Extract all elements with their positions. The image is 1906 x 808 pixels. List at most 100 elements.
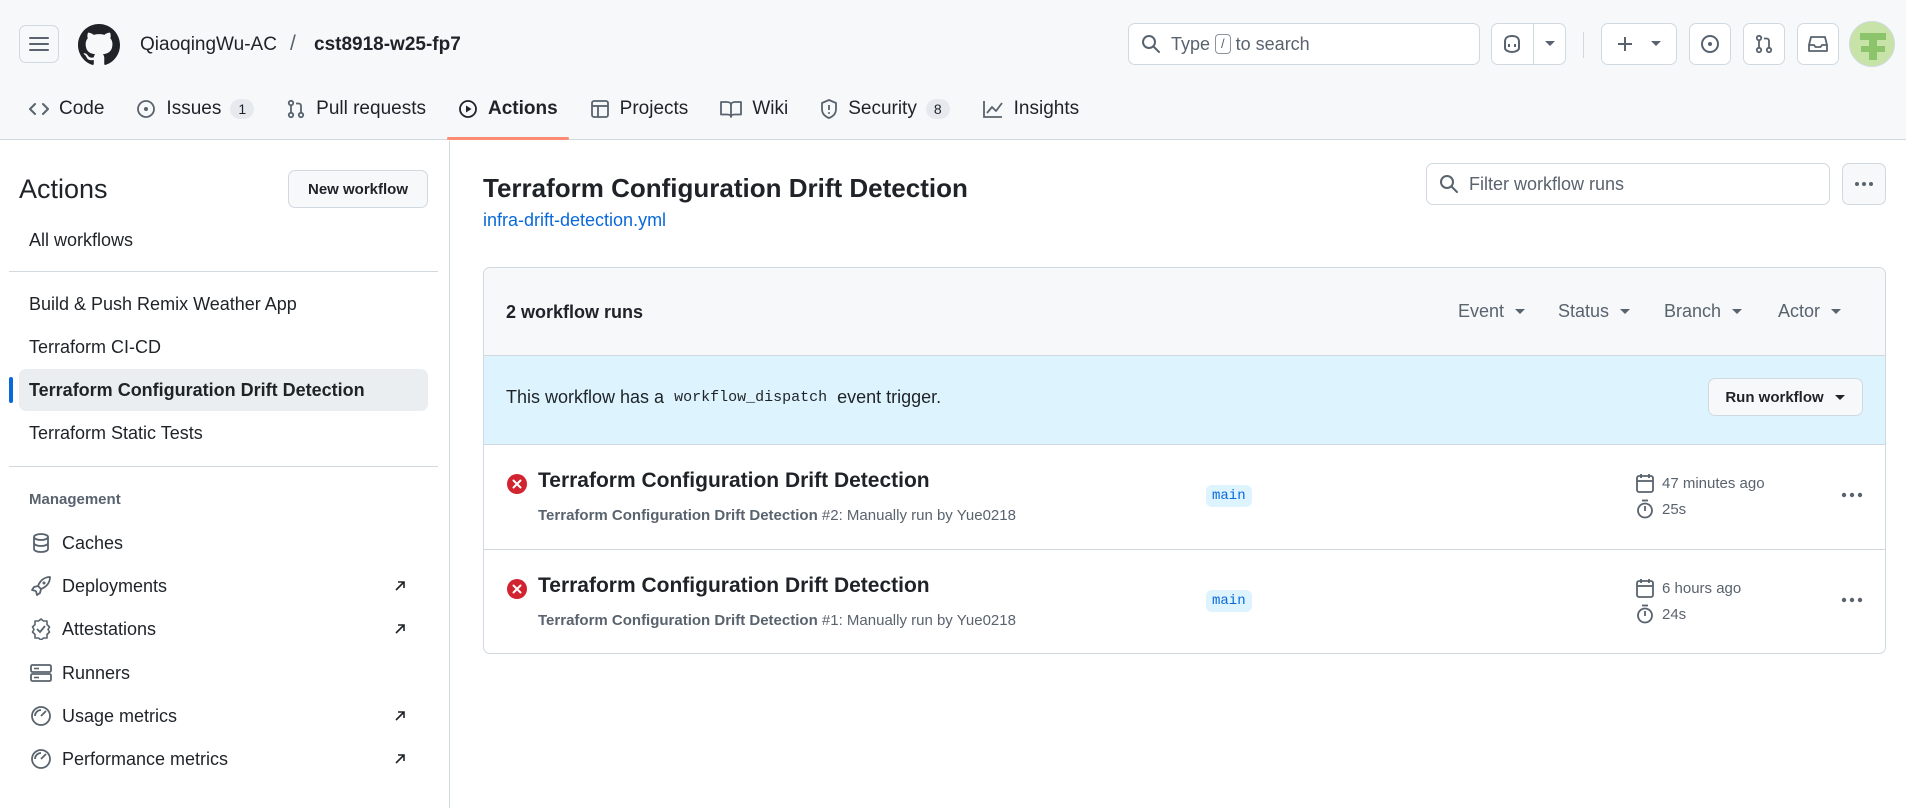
- meter-icon: [31, 706, 51, 726]
- triangle-down-icon: [1515, 309, 1526, 314]
- sidebar-divider: [9, 271, 438, 272]
- run-time: 6 hours ago: [1636, 578, 1741, 598]
- run-options-button[interactable]: [1837, 483, 1867, 507]
- book-icon: [720, 101, 743, 118]
- plus-icon: [1618, 37, 1632, 51]
- github-logo-icon[interactable]: [78, 24, 120, 66]
- run-workflow-button[interactable]: Run workflow: [1708, 378, 1863, 416]
- run-title-link[interactable]: Terraform Configuration Drift Detection: [538, 574, 930, 598]
- sidebar-item-caches[interactable]: Caches: [19, 522, 428, 564]
- tab-label: Security: [848, 98, 917, 119]
- run-time: 47 minutes ago: [1636, 473, 1765, 493]
- sidebar-workflow-item[interactable]: Build & Push Remix Weather App: [19, 283, 428, 325]
- tab-insights[interactable]: Insights: [971, 88, 1090, 130]
- management-heading: Management: [29, 491, 121, 508]
- tab-issues[interactable]: Issues 1: [125, 88, 265, 130]
- workflow-run-row[interactable]: Terraform Configuration Drift Detection …: [484, 550, 1885, 653]
- actions-sidebar: Actions New workflow All workflows Build…: [0, 141, 450, 808]
- tab-code[interactable]: Code: [18, 88, 115, 130]
- link-external-icon: [395, 754, 405, 764]
- triangle-down-icon: [1831, 309, 1842, 314]
- sidebar-title: Actions: [19, 174, 108, 204]
- run-workflow-name: Terraform Configuration Drift Detection: [538, 612, 818, 629]
- workflow-file-link[interactable]: infra-drift-detection.yml: [483, 210, 666, 231]
- sidebar-workflow-item[interactable]: Terraform Static Tests: [19, 412, 428, 454]
- run-duration: 24s: [1636, 604, 1686, 624]
- filter-event-dropdown[interactable]: Event: [1458, 301, 1526, 322]
- avatar-icon: [1850, 22, 1894, 66]
- server-icon: [30, 664, 52, 682]
- run-time-text: 6 hours ago: [1662, 579, 1742, 597]
- git-pull-request-icon: [1755, 34, 1773, 54]
- sidebar-item-all-workflows[interactable]: All workflows: [19, 219, 428, 261]
- tab-label: Actions: [487, 98, 558, 119]
- sidebar-item-runners[interactable]: Runners: [19, 652, 428, 694]
- dispatch-code: workflow_dispatch: [674, 389, 828, 406]
- new-workflow-button[interactable]: New workflow: [288, 170, 428, 208]
- security-count-badge: 8: [925, 99, 950, 119]
- tab-security[interactable]: Security 8: [809, 88, 960, 130]
- run-duration-text: 25s: [1662, 500, 1687, 518]
- repo-owner-link[interactable]: QiaoqingWu-AC: [140, 34, 277, 56]
- issue-opened-icon: [137, 100, 156, 118]
- copilot-button[interactable]: [1491, 23, 1566, 65]
- graph-icon: [982, 101, 1003, 118]
- copilot-divider: [1533, 24, 1534, 64]
- sidebar-workflow-item-active[interactable]: Terraform Configuration Drift Detection: [9, 369, 428, 411]
- your-pull-requests-button[interactable]: [1743, 23, 1785, 65]
- workflow-title: Terraform Configuration Drift Detection: [483, 173, 968, 203]
- run-options-button[interactable]: [1837, 588, 1867, 612]
- repo-name-link[interactable]: cst8918-w25-fp7: [314, 34, 461, 56]
- tab-label: Code: [59, 98, 105, 119]
- filter-label: Actor: [1778, 301, 1821, 321]
- notifications-button[interactable]: [1797, 23, 1839, 65]
- workflow-runs-box: 2 workflow runs Event Status Branch Acto…: [483, 267, 1886, 654]
- sidebar-item-performance-metrics[interactable]: Performance metrics: [19, 738, 428, 780]
- filter-workflow-runs-input[interactable]: Filter workflow runs: [1426, 163, 1830, 205]
- calendar-icon: [1636, 474, 1654, 493]
- link-external-icon: [395, 624, 405, 634]
- tab-actions[interactable]: Actions: [446, 88, 569, 140]
- chevron-down-icon[interactable]: [1544, 40, 1556, 48]
- play-icon: [459, 100, 477, 118]
- sidebar-item-usage-metrics[interactable]: Usage metrics: [19, 695, 428, 737]
- kebab-horizontal-icon: [1855, 182, 1873, 186]
- global-header: QiaoqingWu-AC / cst8918-w25-fp7 Type / to …: [0, 0, 1906, 140]
- triangle-down-icon: [1732, 309, 1743, 314]
- search-icon: [1142, 35, 1160, 53]
- filter-label: Status: [1558, 301, 1610, 321]
- global-search-input[interactable]: Type / to search: [1128, 23, 1480, 65]
- filter-branch-dropdown[interactable]: Branch: [1664, 301, 1743, 322]
- link-external-icon: [395, 581, 405, 591]
- table-icon: [590, 100, 609, 118]
- sidebar-workflow-item[interactable]: Terraform CI-CD: [19, 326, 428, 368]
- create-new-button[interactable]: [1601, 23, 1677, 65]
- branch-label[interactable]: main: [1206, 485, 1252, 507]
- run-title-link[interactable]: Terraform Configuration Drift Detection: [538, 469, 930, 493]
- filter-actor-dropdown[interactable]: Actor: [1778, 301, 1842, 322]
- repo-tabs: Code Issues 1 Pull requests Actions Proj…: [18, 88, 1100, 140]
- tab-pull-requests[interactable]: Pull requests: [275, 88, 437, 130]
- sidebar-item-label: Caches: [62, 532, 124, 553]
- code-icon: [29, 103, 49, 115]
- sidebar-item-label: Attestations: [62, 618, 157, 639]
- triangle-down-icon: [1834, 394, 1845, 400]
- tab-projects[interactable]: Projects: [579, 88, 700, 130]
- your-issues-button[interactable]: [1689, 23, 1731, 65]
- filter-label: Branch: [1664, 301, 1722, 321]
- menu-button[interactable]: [19, 25, 59, 63]
- sidebar-item-attestations[interactable]: Attestations: [19, 608, 428, 650]
- sidebar-item-deployments[interactable]: Deployments: [19, 565, 428, 607]
- branch-label[interactable]: main: [1206, 590, 1252, 612]
- run-detail: #2: Manually run by Yue0218: [821, 507, 1016, 524]
- run-time-text: 47 minutes ago: [1662, 474, 1765, 492]
- dispatch-text-before: This workflow has a: [506, 387, 665, 407]
- user-avatar[interactable]: [1849, 21, 1895, 67]
- workflow-options-button[interactable]: [1842, 163, 1886, 205]
- sidebar-item-label: Usage metrics: [62, 705, 178, 726]
- stopwatch-icon: [1637, 499, 1653, 519]
- tab-wiki[interactable]: Wiki: [709, 88, 799, 130]
- workflow-run-row[interactable]: Terraform Configuration Drift Detection …: [484, 445, 1885, 550]
- filter-status-dropdown[interactable]: Status: [1558, 301, 1631, 322]
- run-workflow-name: Terraform Configuration Drift Detection: [538, 507, 818, 524]
